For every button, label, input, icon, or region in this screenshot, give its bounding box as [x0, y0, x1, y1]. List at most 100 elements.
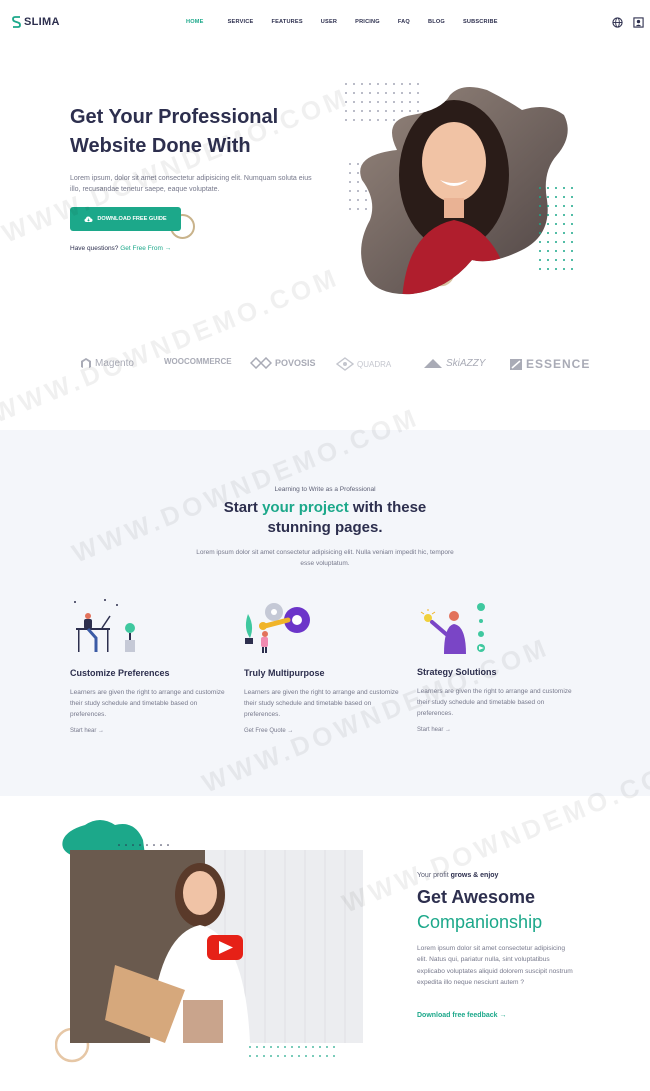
decorative-dot	[353, 83, 355, 85]
decorative-dot	[357, 199, 359, 201]
nav-home[interactable]: HOME	[186, 19, 204, 25]
decorative-dot	[547, 268, 549, 270]
decorative-dot	[571, 223, 573, 225]
play-button[interactable]	[207, 935, 243, 960]
quadra-logo-icon	[336, 357, 354, 371]
decorative-dot	[369, 101, 371, 103]
companion-eyebrow-pre: Your profit	[417, 872, 451, 879]
decorative-dot	[326, 1055, 328, 1057]
nav-user[interactable]: USER	[321, 19, 337, 25]
decorative-dot	[547, 214, 549, 216]
decorative-dot	[539, 214, 541, 216]
feature-link[interactable]: Get Free Quote →	[244, 728, 404, 734]
nav-service[interactable]: SERVICE	[228, 19, 254, 25]
brand-magento: Magento	[80, 357, 134, 370]
decorative-dot	[353, 119, 355, 121]
decorative-dot	[263, 1046, 265, 1048]
hero-portrait	[360, 86, 568, 295]
download-guide-label: DOWNLOAD FREE GUIDE	[97, 216, 167, 222]
feature-title: Strategy Solutions	[417, 667, 497, 677]
companion-title: Get Awesome Companionship	[417, 885, 637, 935]
decorative-dot	[326, 1046, 328, 1048]
nav-pricing[interactable]: PRICING	[355, 19, 380, 25]
decorative-dot	[409, 83, 411, 85]
decorative-dot	[401, 92, 403, 94]
user-icon[interactable]	[633, 17, 644, 28]
decorative-dot	[555, 187, 557, 189]
cloud-download-icon	[84, 216, 93, 222]
essence-logo-icon	[510, 358, 522, 370]
site-header: SLIMA HOME SERVICE FEATURES USER PRICING…	[0, 0, 650, 46]
decorative-dot	[345, 83, 347, 85]
get-free-link[interactable]: Get Free From →	[120, 245, 171, 252]
decorative-dot	[256, 1046, 258, 1048]
decorative-dot	[377, 92, 379, 94]
decorative-dot	[571, 241, 573, 243]
decorative-dot	[563, 196, 565, 198]
nav-faq[interactable]: FAQ	[398, 19, 410, 25]
desk-worker-illustration	[74, 599, 135, 652]
decorative-dot	[555, 232, 557, 234]
brand-quadra: QUADRA	[336, 357, 391, 371]
decorative-dot	[333, 1055, 335, 1057]
decorative-dot	[349, 181, 351, 183]
decorative-dot	[357, 163, 359, 165]
feature-description: Learners are given the right to arrange …	[70, 689, 225, 718]
magento-logo-icon	[81, 358, 91, 368]
decorative-dot	[385, 101, 387, 103]
decorative-dot	[357, 172, 359, 174]
decorative-dot	[539, 187, 541, 189]
logo-text: SLIMA	[24, 16, 60, 28]
decorative-dot	[409, 110, 411, 112]
decorative-dot	[298, 1046, 300, 1048]
download-feedback-link[interactable]: Download free feedback →	[417, 1012, 506, 1019]
decorative-dot	[571, 214, 573, 216]
decorative-dot	[349, 199, 351, 201]
decorative-dot	[377, 119, 379, 121]
hero-question: Have questions? Get Free From →	[70, 245, 171, 252]
decorative-dot	[539, 259, 541, 261]
video-group	[55, 820, 363, 1063]
feature-link[interactable]: Start hear →	[70, 728, 230, 734]
strategy-illustration	[420, 603, 485, 654]
decorative-dot	[377, 110, 379, 112]
decorative-dot	[345, 110, 347, 112]
feature-link[interactable]: Start hear →	[417, 727, 577, 733]
decorative-dot	[345, 101, 347, 103]
companion-eyebrow: Your profit grows & enjoy	[417, 872, 498, 879]
feature-title: Customize Preferences	[70, 668, 170, 678]
decorative-dot	[539, 250, 541, 252]
watermark-text: WWW.DOWNDEMO.COM	[0, 261, 344, 429]
logo-icon	[12, 16, 21, 28]
nav-features[interactable]: FEATURES	[271, 19, 302, 25]
decorative-dot	[361, 101, 363, 103]
decorative-dot	[571, 268, 573, 270]
decorative-dot	[312, 1046, 314, 1048]
logo[interactable]: SLIMA	[12, 16, 60, 28]
nav-blog[interactable]: BLOG	[428, 19, 445, 25]
decorative-dot	[365, 190, 367, 192]
nav-subscribe[interactable]: SUBSCRIBE	[463, 19, 498, 25]
decorative-dot	[563, 259, 565, 261]
decorative-dot	[555, 214, 557, 216]
main-nav: HOME SERVICE FEATURES USER PRICING FAQ B…	[186, 19, 498, 25]
globe-icon[interactable]	[612, 17, 623, 28]
decorative-dot	[167, 844, 169, 846]
decorative-dot	[401, 83, 403, 85]
decorative-dot	[563, 205, 565, 207]
download-guide-button[interactable]: DOWNLOAD FREE GUIDE	[70, 207, 181, 231]
decorative-dot	[139, 844, 141, 846]
decorative-dot	[298, 1055, 300, 1057]
decorative-dot	[563, 214, 565, 216]
decorative-dot	[369, 110, 371, 112]
decorative-dot	[132, 844, 134, 846]
feature-description: Learners are given the right to arrange …	[244, 689, 399, 718]
decorative-dot	[369, 92, 371, 94]
feature-title: Truly Multipurpose	[244, 668, 325, 678]
decorative-dot	[393, 92, 395, 94]
brand-woocommerce-label: WOOCOMMERCE	[164, 357, 232, 366]
decorative-dot	[377, 101, 379, 103]
decorative-dot	[409, 92, 411, 94]
decorative-dot	[319, 1046, 321, 1048]
feature-description: Learners are given the right to arrange …	[417, 688, 572, 717]
